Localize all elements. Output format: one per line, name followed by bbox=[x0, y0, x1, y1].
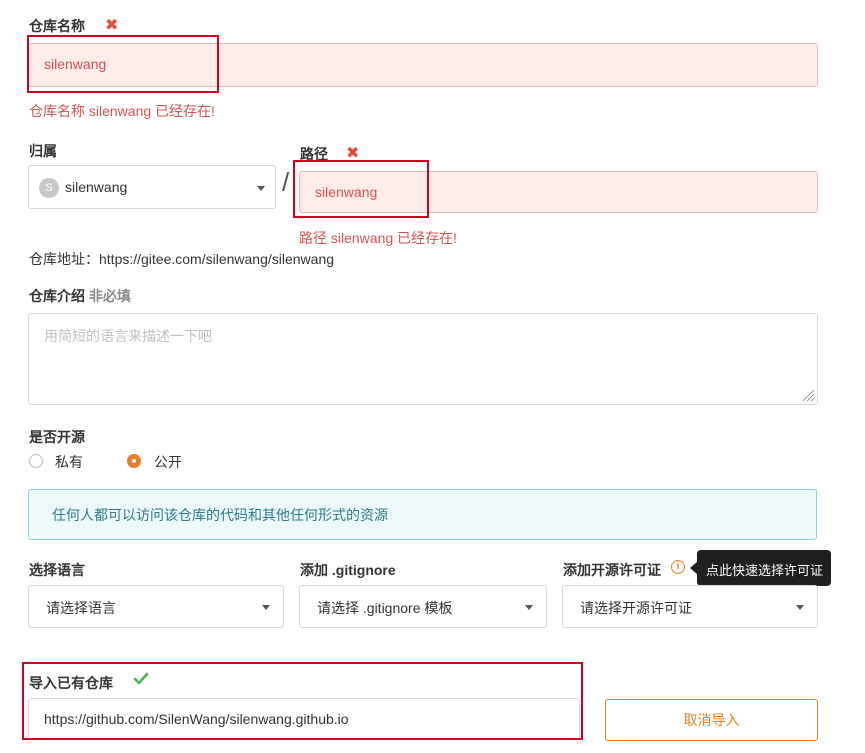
optional-badge: 非必填 bbox=[88, 288, 131, 304]
gitignore-label: 添加 .gitignore bbox=[300, 562, 396, 578]
radio-private[interactable] bbox=[29, 454, 43, 468]
owner-select[interactable]: S silenwang bbox=[28, 165, 276, 209]
path-error: 路径 silenwang 已经存在! bbox=[299, 230, 457, 246]
gitignore-select[interactable]: 请选择 .gitignore 模板 bbox=[299, 585, 547, 628]
license-select[interactable]: 请选择开源许可证 bbox=[562, 585, 818, 628]
language-label: 选择语言 bbox=[29, 562, 85, 578]
visibility-label: 是否开源 bbox=[29, 429, 85, 445]
repo-address-label: 仓库地址： bbox=[29, 251, 99, 267]
visibility-info-text: 任何人都可以访问该仓库的代码和其他任何形式的资源 bbox=[52, 507, 388, 523]
avatar: S bbox=[39, 178, 59, 198]
resize-handle-icon[interactable] bbox=[801, 388, 815, 402]
language-select[interactable]: 请选择语言 bbox=[28, 585, 284, 628]
error-x-icon: ✖ bbox=[105, 17, 119, 34]
license-value: 请选择开源许可证 bbox=[580, 600, 692, 616]
tooltip-arrow bbox=[690, 562, 697, 574]
chevron-down-icon bbox=[525, 605, 533, 610]
gitignore-value: 请选择 .gitignore 模板 bbox=[317, 600, 453, 616]
description-label-text: 仓库介绍 bbox=[29, 288, 85, 304]
highlight-box-repo-name bbox=[27, 35, 219, 93]
license-tooltip-text: 点此快速选择许可证 bbox=[706, 563, 824, 578]
info-icon[interactable]: i bbox=[671, 560, 685, 574]
path-separator: / bbox=[282, 167, 290, 197]
owner-label: 归属 bbox=[29, 143, 57, 159]
chevron-down-icon bbox=[257, 186, 265, 191]
cancel-import-button[interactable]: 取消导入 bbox=[605, 699, 818, 741]
chevron-down-icon bbox=[796, 605, 804, 610]
repo-address-url: https://gitee.com/silenwang/silenwang bbox=[99, 251, 335, 267]
repo-address: 仓库地址：https://gitee.com/silenwang/silenwa… bbox=[29, 249, 334, 269]
highlight-box-import bbox=[22, 662, 583, 740]
radio-private-label: 私有 bbox=[55, 454, 83, 470]
visibility-info-box: 任何人都可以访问该仓库的代码和其他任何形式的资源 bbox=[28, 489, 817, 540]
repo-name-error: 仓库名称 silenwang 已经存在! bbox=[29, 103, 215, 119]
description-textarea[interactable]: 用简短的语言来描述一下吧 bbox=[28, 313, 818, 405]
owner-value: silenwang bbox=[65, 179, 128, 195]
license-tooltip: 点此快速选择许可证 bbox=[697, 550, 831, 586]
radio-public[interactable] bbox=[127, 454, 141, 468]
chevron-down-icon bbox=[262, 605, 270, 610]
description-label: 仓库介绍 非必填 bbox=[29, 286, 131, 306]
description-placeholder: 用简短的语言来描述一下吧 bbox=[44, 328, 212, 344]
highlight-box-path bbox=[293, 160, 429, 218]
language-value: 请选择语言 bbox=[46, 600, 116, 616]
radio-public-label: 公开 bbox=[154, 454, 182, 470]
repo-name-label: 仓库名称 bbox=[29, 18, 85, 34]
license-label: 添加开源许可证 bbox=[563, 562, 661, 578]
